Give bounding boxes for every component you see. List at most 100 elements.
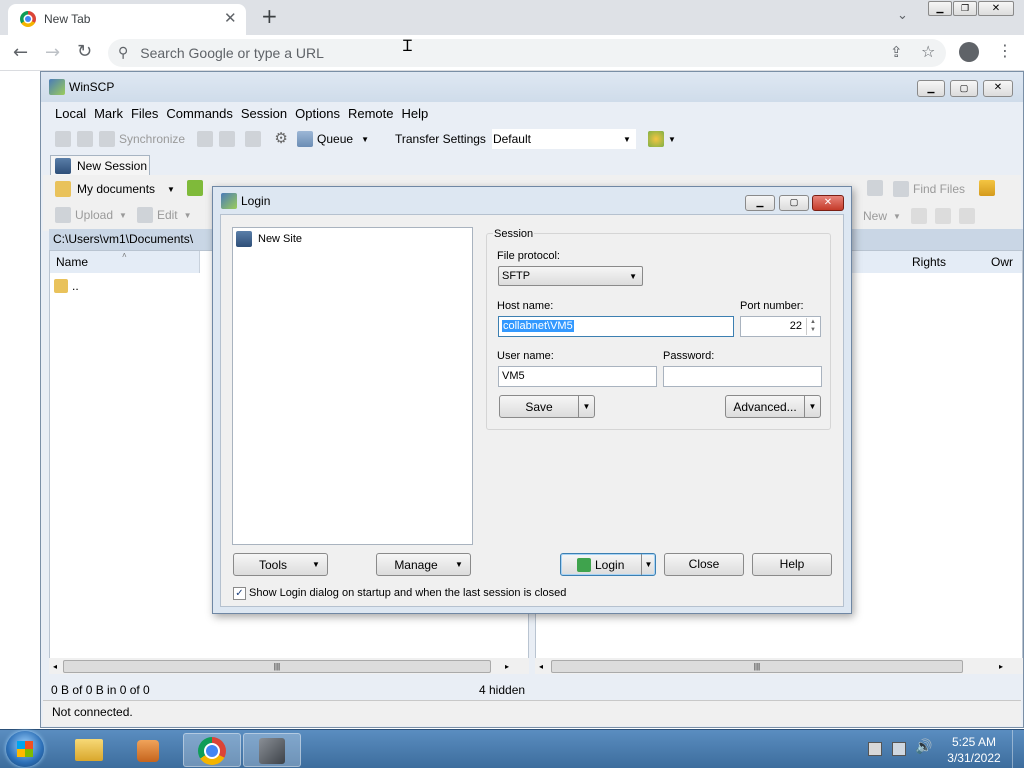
chrome-restore-button[interactable]: ❐ xyxy=(953,1,977,16)
show-desktop-button[interactable] xyxy=(1012,730,1024,768)
column-header-rights[interactable]: Rights xyxy=(912,255,946,269)
user-name-input[interactable]: VM5 xyxy=(498,366,657,387)
remote-horizontal-scrollbar[interactable]: ◂ ||| ▸ xyxy=(535,658,1023,674)
advanced-dropdown-icon[interactable]: ▼ xyxy=(804,396,820,417)
local-location-select[interactable]: My documents ▼ xyxy=(55,179,181,199)
chrome-close-button[interactable]: ✕ xyxy=(978,1,1014,16)
port-stepper[interactable]: ▲ ▼ xyxy=(806,318,819,335)
profile-dropdown-icon[interactable]: ▼ xyxy=(668,135,676,144)
reload-icon[interactable]: ↻ xyxy=(77,41,92,62)
taskbar-media-player[interactable] xyxy=(120,733,178,767)
tree-view-icon[interactable] xyxy=(979,180,995,196)
close-button[interactable]: Close xyxy=(664,553,744,576)
back-arrow-icon[interactable]: ← xyxy=(13,42,28,63)
menu-mark[interactable]: Mark xyxy=(90,106,127,121)
menu-files[interactable]: Files xyxy=(127,106,162,121)
advanced-button[interactable]: Advanced... ▼ xyxy=(725,395,821,418)
scroll-left-icon[interactable]: ◂ xyxy=(53,662,57,671)
properties-icon[interactable] xyxy=(910,208,927,224)
list-item[interactable]: .. xyxy=(54,277,79,295)
column-header-name[interactable]: Name ˄ xyxy=(50,251,200,273)
local-horizontal-scrollbar[interactable]: ◂ ||| ▸ xyxy=(49,658,529,674)
column-header-owner[interactable]: Owr xyxy=(991,255,1013,269)
show-login-checkbox[interactable]: ✓ xyxy=(233,586,246,600)
putty-icon[interactable] xyxy=(219,131,236,147)
start-button[interactable] xyxy=(6,731,44,767)
delete-icon[interactable] xyxy=(934,208,951,224)
login-maximize-button[interactable]: ▢ xyxy=(779,195,809,211)
share-icon[interactable]: ⇪ xyxy=(890,43,903,61)
menu-commands[interactable]: Commands xyxy=(162,106,236,121)
queue-dropdown-icon[interactable]: ▼ xyxy=(361,135,369,144)
site-tree-item-new-site[interactable]: New Site xyxy=(236,230,302,248)
queue-button[interactable]: Queue xyxy=(317,132,353,146)
queue-icon[interactable] xyxy=(297,131,314,147)
taskbar-explorer[interactable] xyxy=(60,733,118,767)
edit-button[interactable]: Edit xyxy=(157,208,178,222)
winscp-minimize-button[interactable]: ▁ xyxy=(917,80,945,97)
sync-browse-icon[interactable] xyxy=(77,131,93,147)
help-button[interactable]: Help xyxy=(752,553,832,576)
console-icon[interactable] xyxy=(197,131,214,147)
login-minimize-button[interactable]: ▁ xyxy=(745,195,775,211)
upload-dropdown-icon[interactable]: ▼ xyxy=(119,211,127,220)
new-remote-button[interactable]: New ▼ xyxy=(863,206,975,226)
chrome-minimize-button[interactable]: ▁ xyxy=(928,1,952,16)
scroll-thumb[interactable]: ||| xyxy=(63,659,492,673)
filter-icon[interactable] xyxy=(958,208,975,224)
tab-close-icon[interactable]: ✕ xyxy=(224,9,237,27)
preferences-gear-icon[interactable]: ⚙ xyxy=(273,131,289,147)
host-name-input[interactable]: collabnet\VM5 xyxy=(498,316,734,337)
edit-dropdown-icon[interactable]: ▼ xyxy=(184,211,192,220)
file-protocol-select[interactable]: SFTP ▼ xyxy=(498,266,643,286)
clock[interactable]: 5:25 AM 3/31/2022 xyxy=(943,734,1005,766)
chrome-tab-new-tab[interactable]: New Tab ✕ xyxy=(8,4,246,35)
upload-icon[interactable] xyxy=(55,207,71,223)
upload-button[interactable]: Upload xyxy=(75,208,113,222)
refresh-icon[interactable] xyxy=(867,180,883,196)
menu-help[interactable]: Help xyxy=(397,106,432,121)
save-button[interactable]: Save ▼ xyxy=(499,395,595,418)
new-tab-plus-icon[interactable]: + xyxy=(261,4,278,28)
edit-icon[interactable] xyxy=(136,207,153,223)
menu-remote[interactable]: Remote xyxy=(344,106,398,121)
transfer-settings-select[interactable]: Default ▼ xyxy=(491,129,636,149)
compare-dirs-icon[interactable] xyxy=(55,131,71,147)
winscp-maximize-button[interactable]: ▢ xyxy=(950,80,978,97)
login-dropdown-icon[interactable]: ▼ xyxy=(641,554,655,575)
profile-avatar[interactable] xyxy=(959,42,979,62)
winscp-close-button[interactable]: ✕ xyxy=(983,80,1013,97)
bookmark-star-icon[interactable]: ☆ xyxy=(921,42,935,61)
scroll-right-icon[interactable]: ▸ xyxy=(999,662,1003,671)
login-button[interactable]: Login ▼ xyxy=(560,553,656,576)
scroll-left-icon[interactable]: ◂ xyxy=(539,662,543,671)
session-tab-new-session[interactable]: New Session xyxy=(50,155,150,175)
chrome-menu-icon[interactable]: ⋮ xyxy=(997,41,1013,60)
show-login-dialog-checkbox-row[interactable]: ✓ Show Login dialog on startup and when … xyxy=(233,585,566,601)
find-files-button[interactable]: Find Files xyxy=(893,179,965,199)
manage-button[interactable]: Manage ▼ xyxy=(376,553,471,576)
scroll-thumb[interactable]: ||| xyxy=(551,659,964,673)
save-dropdown-icon[interactable]: ▼ xyxy=(578,396,594,417)
action-center-flag-icon[interactable] xyxy=(868,742,882,756)
menu-options[interactable]: Options xyxy=(291,106,344,121)
password-input[interactable] xyxy=(663,366,822,387)
taskbar-winscp[interactable] xyxy=(243,733,301,767)
volume-icon[interactable]: 🔊 xyxy=(915,739,932,755)
menu-session[interactable]: Session xyxy=(237,106,291,121)
tab-search-chevron-icon[interactable]: ⌄ xyxy=(897,8,908,23)
synchronize-button[interactable]: Synchronize xyxy=(119,132,185,146)
find-remote-icon[interactable] xyxy=(245,131,262,147)
scroll-right-icon[interactable]: ▸ xyxy=(505,662,509,671)
transfer-profile-icon[interactable] xyxy=(647,131,664,147)
login-close-button[interactable]: ✕ xyxy=(812,195,844,211)
synchronize-icon[interactable] xyxy=(99,131,115,147)
omnibox[interactable]: ⚲ Search Google or type a URL ⇪ ☆ xyxy=(108,39,946,67)
tools-button[interactable]: Tools ▼ xyxy=(233,553,328,576)
menu-local[interactable]: Local xyxy=(51,106,90,121)
network-icon[interactable] xyxy=(892,742,906,756)
taskbar-chrome[interactable] xyxy=(183,733,241,767)
forward-arrow-icon[interactable]: → xyxy=(45,42,60,63)
site-tree[interactable]: New Site xyxy=(232,227,473,545)
open-folder-icon[interactable] xyxy=(187,180,203,196)
